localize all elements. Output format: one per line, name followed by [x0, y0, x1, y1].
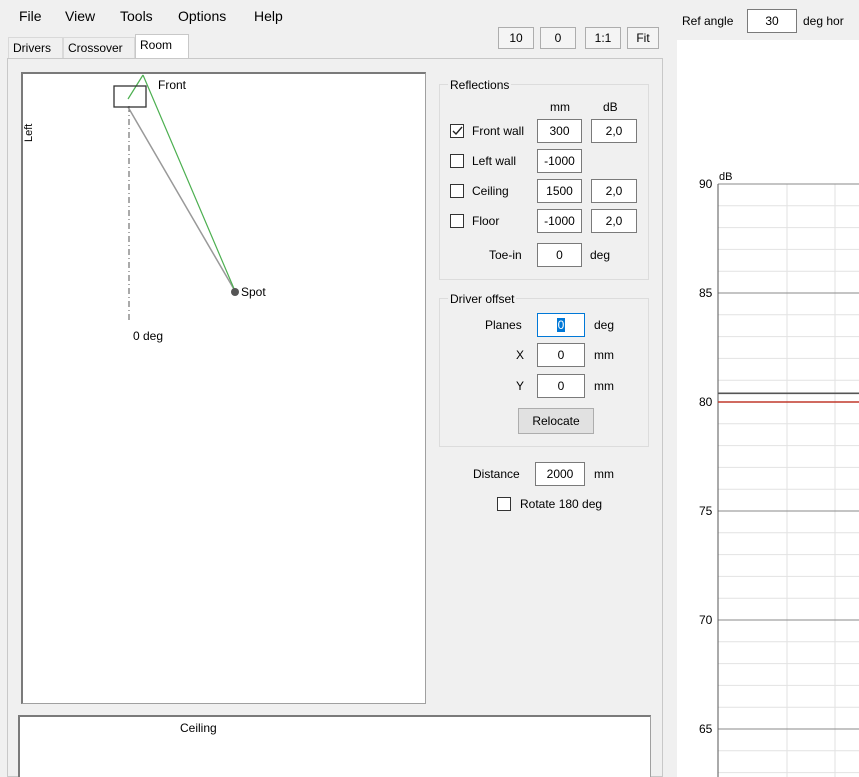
distance-field[interactable]: 2000: [535, 462, 585, 486]
distance-unit: mm: [594, 467, 614, 481]
toe-in-label: Toe-in: [489, 248, 522, 262]
y-tick-label: 80: [699, 395, 713, 409]
y-tick-label: 90: [699, 177, 713, 191]
tab-drivers[interactable]: Drivers: [8, 37, 63, 58]
checkmark-icon: [452, 126, 463, 136]
left-wall-label: Left wall: [472, 154, 517, 168]
spot-label: Spot: [241, 285, 266, 299]
left-wall-label: Left: [23, 123, 35, 142]
toe-in-field[interactable]: 0: [537, 243, 582, 267]
frequency-response-pane: 90 85 80 75 70 65 dB: [677, 40, 859, 777]
room-top-view[interactable]: Front Spot 0 deg Left: [21, 72, 426, 704]
menu-file[interactable]: File: [19, 8, 42, 24]
menu-tools[interactable]: Tools: [120, 8, 153, 24]
reflections-mm-header: mm: [550, 100, 570, 114]
front-wall-checkbox[interactable]: [450, 124, 464, 138]
tab-crossover[interactable]: Crossover: [63, 37, 135, 58]
y-tick-label: 70: [699, 613, 713, 627]
x-offset-field[interactable]: 0: [537, 343, 585, 367]
reflections-title: Reflections: [448, 78, 512, 92]
y-axis-label: dB: [719, 171, 732, 183]
left-wall-checkbox[interactable]: [450, 154, 464, 168]
zero-deg-label: 0 deg: [133, 329, 164, 343]
y-offset-field[interactable]: 0: [537, 374, 585, 398]
rotate-180-label: Rotate 180 deg: [520, 497, 603, 511]
front-wall-db-field[interactable]: 2,0: [591, 119, 637, 143]
ceiling-checkbox[interactable]: [450, 184, 464, 198]
ceiling-label: Ceiling: [472, 184, 509, 198]
rotate-180-checkbox[interactable]: [497, 497, 511, 511]
response-chart[interactable]: 90 85 80 75 70 65 dB: [677, 40, 859, 777]
y-tick-label: 75: [699, 504, 713, 518]
reflections-db-header: dB: [603, 100, 618, 114]
zoom-0-button[interactable]: 0: [540, 27, 576, 49]
listening-spot-marker[interactable]: [231, 288, 239, 296]
zoom-1to1-button[interactable]: 1:1: [585, 27, 621, 49]
floor-label: Floor: [472, 214, 500, 228]
x-offset-label: X: [516, 348, 525, 362]
toe-in-unit: deg: [590, 248, 611, 262]
y-tick-label: 85: [699, 286, 713, 300]
distance-label: Distance: [473, 467, 520, 481]
y-tick-label: 65: [699, 722, 713, 736]
menu-bar: File View Tools Options Help: [0, 0, 490, 34]
y-offset-unit: mm: [594, 379, 614, 393]
floor-mm-field[interactable]: -1000: [537, 209, 582, 233]
left-wall-mm-field[interactable]: -1000: [537, 149, 582, 173]
menu-options[interactable]: Options: [178, 8, 226, 24]
relocate-button[interactable]: Relocate: [518, 408, 594, 434]
room-top-view-drawing: [113, 74, 239, 322]
room-side-view[interactable]: Ceiling: [18, 715, 651, 777]
planes-value: 0: [556, 318, 566, 332]
front-wall-label: Front: [158, 78, 187, 92]
floor-checkbox[interactable]: [450, 214, 464, 228]
driver-offset-title: Driver offset: [448, 292, 517, 306]
x-offset-unit: mm: [594, 348, 614, 362]
zoom-fit-button[interactable]: Fit: [627, 27, 659, 49]
tab-room[interactable]: Room: [135, 34, 189, 59]
ref-angle-label: Ref angle: [682, 14, 734, 28]
planes-unit: deg: [594, 318, 615, 332]
direct-path-line: [127, 106, 236, 292]
menu-help[interactable]: Help: [254, 8, 283, 24]
floor-db-field[interactable]: 2,0: [591, 209, 637, 233]
y-offset-label: Y: [516, 379, 525, 393]
ref-angle-unit: deg hor: [803, 14, 844, 28]
planes-label: Planes: [485, 318, 522, 332]
ref-angle-field[interactable]: 30: [747, 9, 797, 33]
zoom-10-button[interactable]: 10: [498, 27, 534, 49]
reflection-path-line-start: [127, 74, 144, 100]
front-wall-mm-field[interactable]: 300: [537, 119, 582, 143]
menu-view[interactable]: View: [65, 8, 95, 24]
front-wall-label: Front wall: [472, 124, 525, 138]
ceiling-db-field[interactable]: 2,0: [591, 179, 637, 203]
reflection-path-line: [142, 74, 236, 292]
planes-field[interactable]: 0: [537, 313, 585, 337]
ceiling-mm-field[interactable]: 1500: [537, 179, 582, 203]
ceiling-view-label: Ceiling: [180, 721, 217, 735]
